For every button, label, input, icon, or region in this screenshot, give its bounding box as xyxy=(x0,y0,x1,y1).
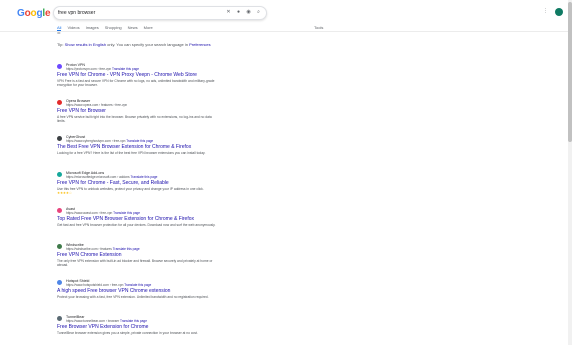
result-url-text: https://protonvpn.com › free-vpn xyxy=(66,67,112,71)
search-result: Windscribe https://windscribe.com › featu… xyxy=(57,243,219,279)
favicon-icon[interactable] xyxy=(57,208,62,213)
result-url: https://www.cyberghostvpn.com › free-vpn… xyxy=(66,139,153,143)
result-url: https://protonvpn.com › free-vpn Transla… xyxy=(66,67,139,71)
snippet-text: Looking for a free VPN? Here is the list… xyxy=(57,151,206,155)
result-title-link[interactable]: Free VPN Chrome Extension xyxy=(57,252,121,258)
result-title-link[interactable]: A high speed Free browser VPN Chrome ext… xyxy=(57,288,170,294)
favicon-icon[interactable] xyxy=(57,280,62,285)
translate-link[interactable]: Translate this page xyxy=(126,139,153,143)
result-snippet: Looking for a free VPN? Here is the list… xyxy=(57,151,217,155)
tip-prefix: Tip: xyxy=(57,42,65,47)
preferences-link[interactable]: Preferences xyxy=(189,42,211,47)
show-english-link[interactable]: Show results in English xyxy=(65,42,106,47)
result-url: https://microsoftedge.microsoft.com › ad… xyxy=(66,175,157,179)
result-title-link[interactable]: Free Browser VPN Extension for Chrome xyxy=(57,324,148,330)
result-url-text: https://www.opera.com › features › free-… xyxy=(66,103,128,107)
logo-letter: e xyxy=(44,8,51,19)
search-result: CyberGhost https://www.cyberghostvpn.com … xyxy=(57,135,219,171)
result-url-text: https://www.tunnelbear.com › browser xyxy=(66,319,120,323)
search-icon[interactable]: ⌕ xyxy=(256,10,261,15)
result-snippet: VPN Free is a fast and secure VPN for Ch… xyxy=(57,79,217,87)
translate-link[interactable]: Translate this page xyxy=(113,211,140,215)
favicon-icon[interactable] xyxy=(57,136,62,141)
search-result: Proton VPN https://protonvpn.com › free-v… xyxy=(57,63,219,99)
snippet-text: A free VPN service built right into the … xyxy=(57,115,212,123)
result-url-text: https://www.avast.com › free-vpn xyxy=(66,211,113,215)
result-title-link[interactable]: Top Rated Free VPN Browser Extension for… xyxy=(57,216,194,222)
mic-icon[interactable]: ● xyxy=(236,10,241,15)
result-title-link[interactable]: Free VPN for Browser xyxy=(57,108,106,114)
result-snippet: Get fast and free VPN browser protection… xyxy=(57,223,217,227)
result-url-text: https://windscribe.com › features xyxy=(66,247,112,251)
header-divider xyxy=(0,31,572,32)
google-logo[interactable]: Google xyxy=(17,8,51,19)
result-url-text: https://www.cyberghostvpn.com › free-vpn xyxy=(66,139,126,143)
translate-link[interactable]: Translate this page xyxy=(130,175,157,179)
search-box[interactable]: ✕ ● ◉ ⌕ xyxy=(53,6,267,20)
result-url-text: https://microsoftedge.microsoft.com › ad… xyxy=(66,175,130,179)
search-result: Avast https://www.avast.com › free-vpn Tr… xyxy=(57,207,219,243)
result-url: https://www.avast.com › free-vpn Transla… xyxy=(66,211,140,215)
tip-middle: only. You can specify your search langua… xyxy=(106,42,190,47)
result-title-link[interactable]: The Best Free VPN Browser Extension for … xyxy=(57,144,191,150)
result-snippet: The only free VPN extension with built-i… xyxy=(57,259,217,267)
close-icon[interactable]: ✕ xyxy=(226,10,231,15)
favicon-icon[interactable] xyxy=(57,100,62,105)
translate-link[interactable]: Translate this page xyxy=(120,319,147,323)
translate-link[interactable]: Translate this page xyxy=(124,283,151,287)
search-input[interactable] xyxy=(58,7,208,19)
search-result: Opera Browser https://www.opera.com › fea… xyxy=(57,99,219,135)
result-url: https://windscribe.com › features Transl… xyxy=(66,247,140,251)
search-result: Microsoft Edge Add-ons https://microsofte… xyxy=(57,171,219,207)
favicon-icon[interactable] xyxy=(57,64,62,69)
snippet-text: TunnelBear browser extension gives you a… xyxy=(57,331,198,335)
snippet-text: VPN Free is a fast and secure VPN for Ch… xyxy=(57,79,215,87)
search-results: Proton VPN https://protonvpn.com › free-v… xyxy=(57,63,219,351)
search-result: Hotspot Shield https://www.hotspotshield.… xyxy=(57,279,219,315)
result-url: https://www.tunnelbear.com › browser Tra… xyxy=(66,319,147,323)
tools-button[interactable]: Tools xyxy=(314,25,323,30)
result-snippet: Use this free VPN to unblock websites, p… xyxy=(57,187,217,195)
favicon-icon[interactable] xyxy=(57,244,62,249)
result-title-link[interactable]: Free VPN for Chrome - VPN Proxy Veepn - … xyxy=(57,72,197,78)
scrollbar-thumb[interactable] xyxy=(568,2,572,142)
snippet-text: Protect your browsing with a fast, free … xyxy=(57,295,209,299)
result-snippet: TunnelBear browser extension gives you a… xyxy=(57,331,217,335)
language-tip: Tip: Show results in English only. You c… xyxy=(57,42,217,47)
favicon-icon[interactable] xyxy=(57,172,62,177)
rating-stars: ★★★★☆ xyxy=(57,191,72,195)
apps-grid-icon[interactable]: ⋮ xyxy=(543,9,548,14)
snippet-text: Use this free VPN to unblock websites, p… xyxy=(57,187,204,191)
translate-link[interactable]: Translate this page xyxy=(112,67,139,71)
result-url: https://www.hotspotshield.com › free-vpn… xyxy=(66,283,151,287)
result-snippet: A free VPN service built right into the … xyxy=(57,115,217,123)
search-result: TunnelBear https://www.tunnelbear.com › b… xyxy=(57,315,219,351)
logo-letter: G xyxy=(17,8,25,19)
result-url-text: https://www.hotspotshield.com › free-vpn xyxy=(66,283,124,287)
result-title-link[interactable]: Free VPN for Chrome - Fast, Secure, and … xyxy=(57,180,169,186)
avatar[interactable] xyxy=(555,8,563,16)
snippet-text: Get fast and free VPN browser protection… xyxy=(57,223,216,227)
result-url: https://www.opera.com › features › free-… xyxy=(66,103,127,107)
result-snippet: Protect your browsing with a fast, free … xyxy=(57,295,217,299)
favicon-icon[interactable] xyxy=(57,316,62,321)
translate-link[interactable]: Translate this page xyxy=(113,247,140,251)
snippet-text: The only free VPN extension with built-i… xyxy=(57,259,213,267)
camera-icon[interactable]: ◉ xyxy=(246,10,251,15)
